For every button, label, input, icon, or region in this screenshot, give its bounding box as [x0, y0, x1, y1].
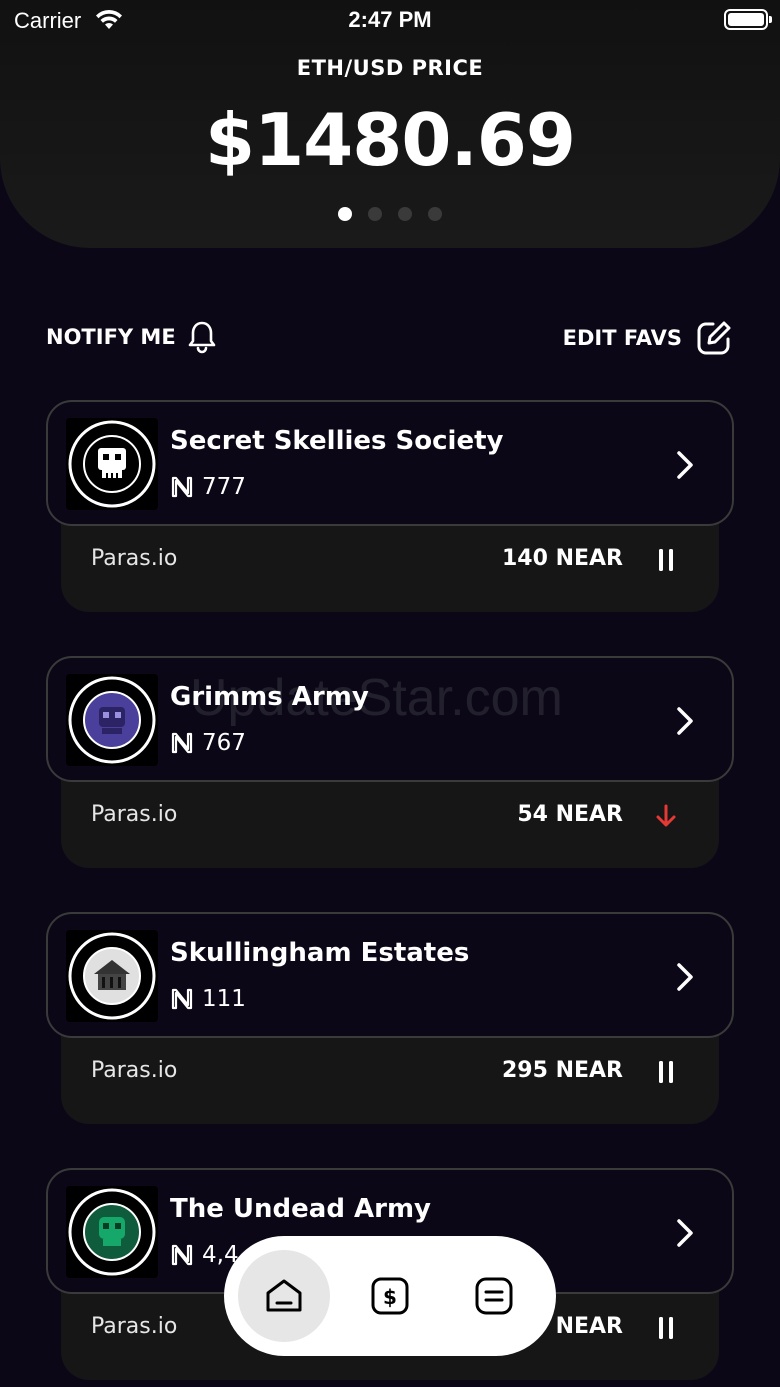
- edit-favs-button[interactable]: EDIT FAVS: [563, 320, 732, 356]
- collection-avatar: [66, 1186, 158, 1278]
- page-dot[interactable]: [428, 207, 442, 221]
- collection-avatar: [66, 930, 158, 1022]
- chevron-right-icon[interactable]: [674, 1216, 696, 1250]
- svg-text:$: $: [383, 1285, 397, 1309]
- tab-bar: $: [224, 1236, 556, 1356]
- collection-supply: 4,4: [170, 1242, 239, 1268]
- near-icon: [171, 988, 193, 1010]
- list-icon: [475, 1277, 513, 1315]
- market-name: Paras.io: [91, 1058, 178, 1083]
- notify-me-button[interactable]: NOTIFY ME: [46, 320, 216, 354]
- floor-price: NEAR: [555, 1314, 623, 1339]
- market-name: Paras.io: [91, 546, 178, 571]
- collection-name: Skullingham Estates: [170, 938, 470, 968]
- near-icon: [171, 732, 193, 754]
- price-label: ETH/USD PRICE: [296, 56, 484, 80]
- home-icon: [266, 1279, 302, 1312]
- market-name: Paras.io: [91, 1314, 178, 1339]
- pause-icon: [659, 1317, 673, 1339]
- page-indicator[interactable]: [0, 207, 780, 221]
- floor-price: 295 NEAR: [502, 1058, 623, 1083]
- near-icon: [171, 1244, 193, 1266]
- collection-avatar: [66, 418, 158, 510]
- collection-header[interactable]: Secret Skellies Society 777: [46, 400, 734, 526]
- clock: 2:47 PM: [348, 7, 432, 32]
- collection-supply: 777: [170, 474, 246, 500]
- supply-count: 777: [202, 474, 246, 500]
- page-dot[interactable]: [338, 207, 352, 221]
- floor-price: 54 NEAR: [517, 802, 623, 827]
- tab-home[interactable]: [238, 1250, 330, 1342]
- market-name: Paras.io: [91, 802, 178, 827]
- tab-list[interactable]: [448, 1250, 540, 1342]
- watermark: UpdateStar.com: [190, 669, 563, 727]
- page-dot[interactable]: [398, 207, 412, 221]
- collection-supply: 767: [170, 730, 246, 756]
- supply-count: 111: [202, 986, 246, 1012]
- collection-name: The Undead Army: [170, 1194, 431, 1224]
- near-icon: [171, 476, 193, 498]
- edit-icon: [697, 321, 731, 355]
- pause-icon: [659, 549, 673, 571]
- price-value: $1480.69: [204, 98, 576, 182]
- supply-count: 767: [202, 730, 246, 756]
- chevron-right-icon[interactable]: [674, 704, 696, 738]
- dollar-icon: $: [371, 1277, 409, 1315]
- collection-avatar: [66, 674, 158, 766]
- page-dot[interactable]: [368, 207, 382, 221]
- price-header: Carrier 2:47 PM ETH/USD PRICE $1480.69: [0, 0, 780, 248]
- chevron-right-icon[interactable]: [674, 448, 696, 482]
- status-bar: Carrier 2:47 PM: [0, 0, 780, 40]
- tab-prices[interactable]: $: [344, 1250, 436, 1342]
- bell-icon: [188, 321, 215, 354]
- floor-price: 140 NEAR: [502, 546, 623, 571]
- pause-icon: [659, 1061, 673, 1083]
- edit-favs-label: EDIT FAVS: [562, 326, 682, 350]
- arrow-down-icon: [656, 804, 676, 827]
- collection-header[interactable]: Skullingham Estates 111: [46, 912, 734, 1038]
- collection-name: Secret Skellies Society: [170, 426, 504, 456]
- collection-supply: 111: [170, 986, 246, 1012]
- notify-me-label: NOTIFY ME: [46, 325, 176, 349]
- chevron-right-icon[interactable]: [674, 960, 696, 994]
- battery-icon: [724, 9, 772, 30]
